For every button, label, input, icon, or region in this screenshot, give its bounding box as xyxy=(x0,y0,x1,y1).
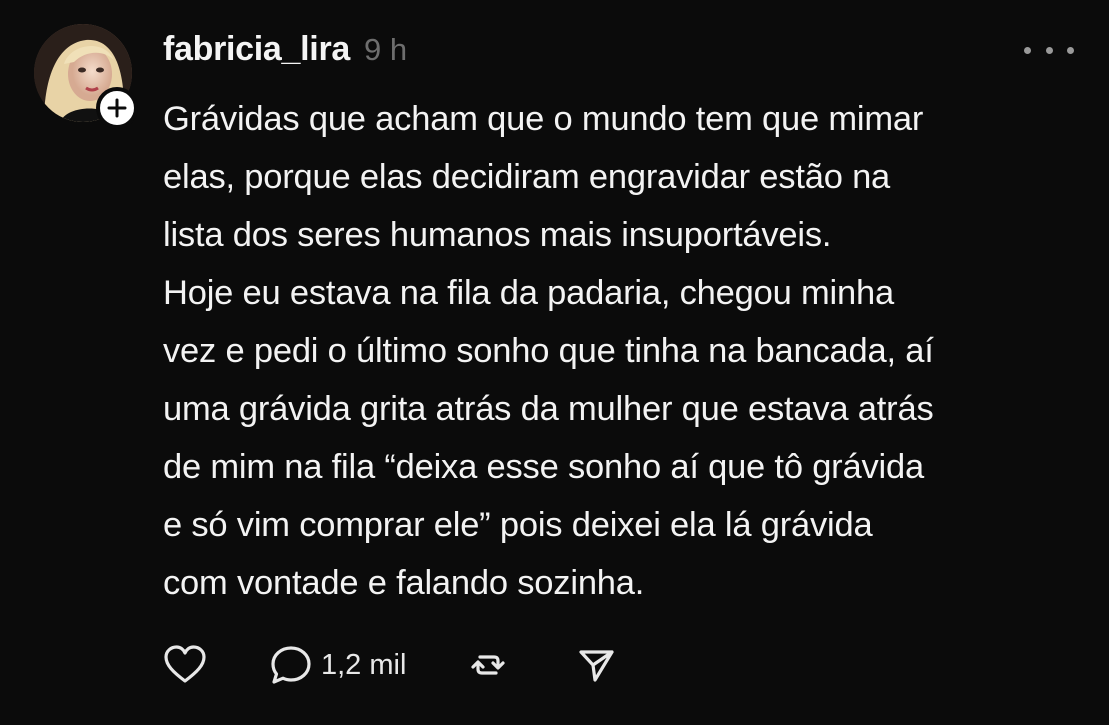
post-text-line: e só vim comprar ele” pois deixei ela lá… xyxy=(163,506,873,544)
reply-button[interactable]: 1,2 mil xyxy=(269,644,406,686)
like-button[interactable] xyxy=(163,645,207,685)
post-text-line: elas, porque elas decidiram engravidar e… xyxy=(163,158,891,196)
send-icon xyxy=(579,650,615,682)
repost-icon xyxy=(471,655,506,675)
post: fabricia_lira 9 h Grávidas que acham que… xyxy=(0,0,1109,725)
share-button[interactable] xyxy=(576,645,616,685)
comment-bubble-icon xyxy=(271,646,311,684)
post-text: Grávidas que acham que o mundo tem que m… xyxy=(163,90,1083,612)
more-options-button[interactable] xyxy=(1024,40,1074,60)
action-bar: 1,2 mil xyxy=(163,640,616,690)
post-text-line: vez e pedi o último sonho que tinha na b… xyxy=(163,332,934,370)
follow-button[interactable] xyxy=(96,87,138,129)
username[interactable]: fabricia_lira xyxy=(163,30,350,69)
post-text-line: Grávidas que acham que o mundo tem que m… xyxy=(163,100,924,138)
post-text-line: com vontade e falando sozinha. xyxy=(163,564,645,602)
more-dots-icon xyxy=(1067,46,1074,54)
timestamp: 9 h xyxy=(364,32,408,67)
more-dots-icon xyxy=(1045,46,1053,54)
plus-icon xyxy=(107,98,127,118)
post-text-line: Hoje eu estava na fila da padaria, chego… xyxy=(163,274,894,312)
post-text-line: lista dos seres humanos mais insuportáve… xyxy=(163,216,832,254)
avatar-container[interactable] xyxy=(34,24,138,129)
post-text-line: uma grávida grita atrás da mulher que es… xyxy=(163,390,934,428)
post-header: fabricia_lira 9 h xyxy=(163,30,407,74)
heart-icon xyxy=(164,645,206,683)
reply-count: 1,2 mil xyxy=(321,648,407,681)
more-dots-icon xyxy=(1024,46,1031,54)
repost-button[interactable] xyxy=(468,645,508,685)
post-text-line: de mim na fila “deixa esse sonho aí que … xyxy=(163,448,924,486)
